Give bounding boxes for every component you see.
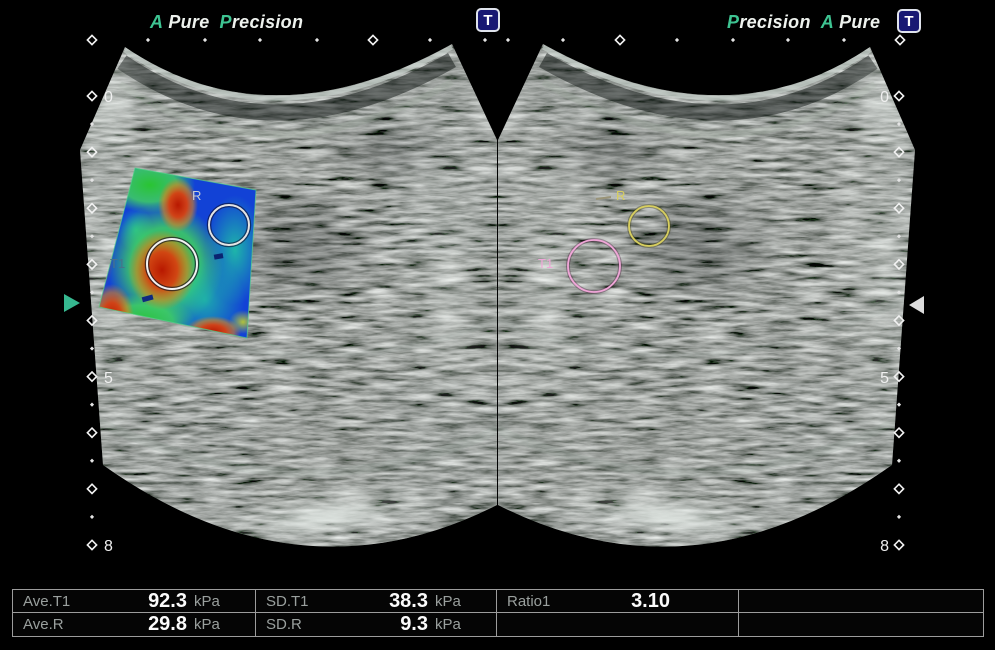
left-probe-orientation-button[interactable]: T	[476, 8, 500, 32]
depth-label: 0	[104, 89, 113, 106]
left-roi-r-label: R	[192, 188, 201, 203]
cell-ave-t1: Ave.T1 92.3 kPa	[13, 590, 256, 613]
ave-t1-value: 92.3	[148, 590, 187, 613]
results-table: Ave.T1 92.3 kPa SD.T1 38.3 kPa Ratio1 3.…	[12, 589, 984, 637]
cell-sd-r: SD.R 9.3 kPa	[256, 613, 497, 636]
cell-empty	[497, 613, 739, 636]
brand-accent-letter: A	[150, 12, 163, 33]
cell-ave-r: Ave.R 29.8 kPa	[13, 613, 256, 636]
depth-label: 8	[104, 538, 113, 555]
right-probe-orientation-button[interactable]: T	[897, 9, 921, 33]
brand-left: APurePrecision	[150, 12, 290, 33]
brand-accent-letter: P	[220, 12, 232, 33]
sd-t1-value: 38.3	[389, 590, 428, 613]
right-roi-r-label: R	[616, 188, 625, 203]
sd-r-value: 9.3	[400, 613, 428, 636]
brand-right: PrecisionAPure	[727, 12, 887, 33]
left-roi-t1-label: T1	[110, 256, 125, 271]
brand-accent-letter: A	[821, 12, 834, 33]
depth-label: 5	[104, 370, 113, 387]
cell-empty	[739, 613, 983, 636]
ultrasound-screen: R T1 R T1 0 5 8 0 5 8 APurePreci	[0, 0, 995, 650]
depth-label: 8	[880, 538, 889, 555]
brand-accent-letter: P	[727, 12, 739, 33]
cell-empty	[739, 590, 983, 613]
depth-label: 0	[880, 89, 889, 106]
ave-r-value: 29.8	[148, 613, 187, 636]
depth-label: 5	[880, 370, 889, 387]
cell-sd-t1: SD.T1 38.3 kPa	[256, 590, 497, 613]
ratio1-value: 3.10	[631, 590, 670, 613]
image-area: R T1 R T1 0 5 8 0 5 8	[0, 0, 995, 650]
cell-ratio1: Ratio1 3.10	[497, 590, 739, 613]
right-roi-t1-label: T1	[538, 256, 553, 271]
